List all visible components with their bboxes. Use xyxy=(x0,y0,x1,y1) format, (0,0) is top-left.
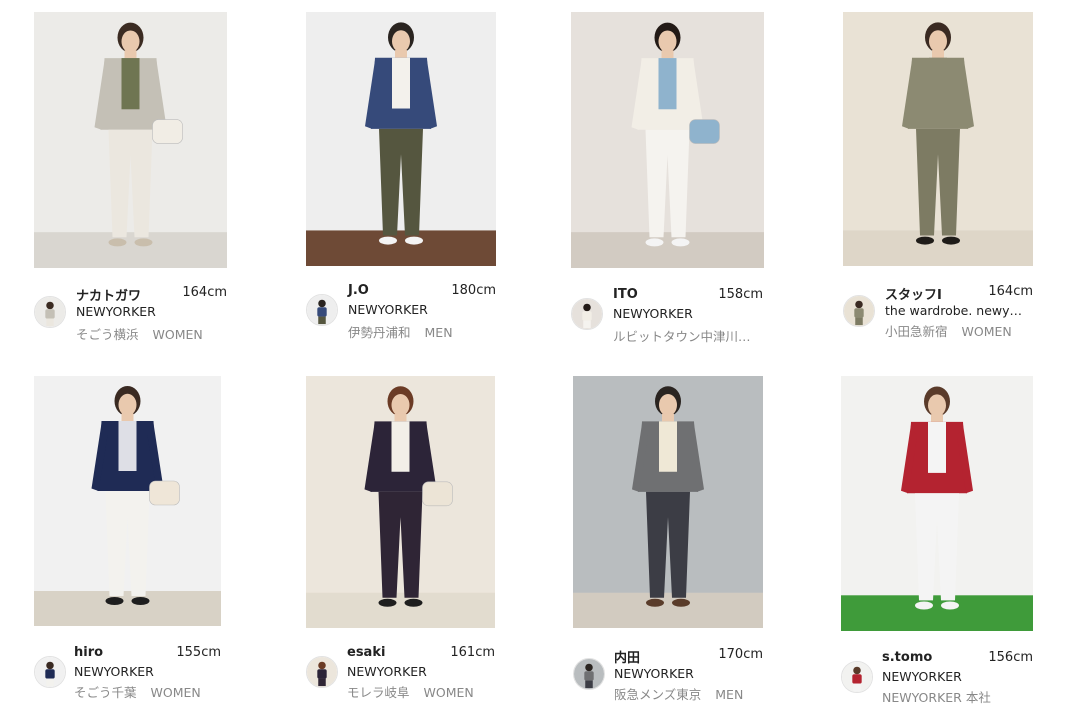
store-name: そごう千葉 WOMEN xyxy=(74,682,201,701)
staff-height: 164cm xyxy=(988,284,1033,299)
user-avatar[interactable] xyxy=(841,661,873,693)
staff-height: 164cm xyxy=(182,285,227,300)
store-label: そごう千葉 xyxy=(74,685,137,700)
gender-label: WOMEN xyxy=(152,327,203,342)
gender-label: MEN xyxy=(715,687,744,702)
gender-label: WOMEN xyxy=(150,685,201,700)
outfit-photo[interactable] xyxy=(34,376,221,626)
outfit-photo[interactable] xyxy=(306,376,495,628)
staff-name[interactable]: J.O xyxy=(348,283,369,298)
outfit-photo[interactable] xyxy=(34,12,227,268)
store-name: 阪急メンズ東京 MEN xyxy=(614,684,743,703)
store-name: 小田急新宿 WOMEN xyxy=(885,321,1012,340)
store-label: 阪急メンズ東京 xyxy=(614,687,702,702)
brand-name: NEWYORKER xyxy=(348,302,428,317)
brand-name: NEWYORKER xyxy=(347,664,427,679)
brand-name: the wardrobe. newy… xyxy=(885,303,1023,318)
store-name: 伊勢丹浦和 MEN xyxy=(348,322,453,341)
user-avatar[interactable] xyxy=(843,295,875,327)
store-name: そごう横浜 WOMEN xyxy=(76,324,203,343)
user-avatar[interactable] xyxy=(306,294,338,326)
store-name: ルビットタウン中津川… xyxy=(613,326,763,345)
staff-name[interactable]: ITO xyxy=(613,287,638,302)
staff-height: 180cm xyxy=(451,283,496,298)
store-label: 伊勢丹浦和 xyxy=(348,325,411,340)
brand-name: NEWYORKER xyxy=(74,664,154,679)
staff-height: 161cm xyxy=(450,645,495,660)
user-avatar[interactable] xyxy=(306,656,338,688)
staff-height: 156cm xyxy=(988,650,1033,665)
brand-name: NEWYORKER xyxy=(614,666,694,681)
staff-height: 158cm xyxy=(718,287,763,302)
staff-name[interactable]: ナカトガワ xyxy=(76,285,141,304)
gender-label: WOMEN xyxy=(961,324,1012,339)
store-name: NEWYORKER 本社 xyxy=(882,687,1005,706)
staff-name[interactable]: スタッフI xyxy=(885,284,942,303)
outfit-photo[interactable] xyxy=(843,12,1033,266)
staff-name[interactable]: esaki xyxy=(347,645,385,660)
staff-name[interactable]: 内田 xyxy=(614,647,640,666)
brand-name: NEWYORKER xyxy=(882,669,962,684)
store-name: モレラ岐阜 WOMEN xyxy=(347,682,474,701)
gender-label: WOMEN xyxy=(423,685,474,700)
brand-name: NEWYORKER xyxy=(613,306,693,321)
user-avatar[interactable] xyxy=(571,298,603,330)
staff-name[interactable]: s.tomo xyxy=(882,650,932,665)
store-label: 小田急新宿 xyxy=(885,324,948,339)
user-avatar[interactable] xyxy=(573,658,605,690)
staff-name[interactable]: hiro xyxy=(74,645,103,660)
store-label: ルビットタウン中津川… xyxy=(613,329,751,344)
user-avatar[interactable] xyxy=(34,656,66,688)
gender-label: MEN xyxy=(424,325,453,340)
user-avatar[interactable] xyxy=(34,296,66,328)
store-label: NEWYORKER 本社 xyxy=(882,690,991,705)
store-label: モレラ岐阜 xyxy=(347,685,410,700)
outfit-photo[interactable] xyxy=(571,12,764,268)
outfit-photo[interactable] xyxy=(573,376,763,628)
staff-height: 170cm xyxy=(718,647,763,662)
staff-height: 155cm xyxy=(176,645,221,660)
brand-name: NEWYORKER xyxy=(76,304,156,319)
outfit-photo[interactable] xyxy=(841,376,1033,631)
outfit-photo[interactable] xyxy=(306,12,496,266)
store-label: そごう横浜 xyxy=(76,327,139,342)
